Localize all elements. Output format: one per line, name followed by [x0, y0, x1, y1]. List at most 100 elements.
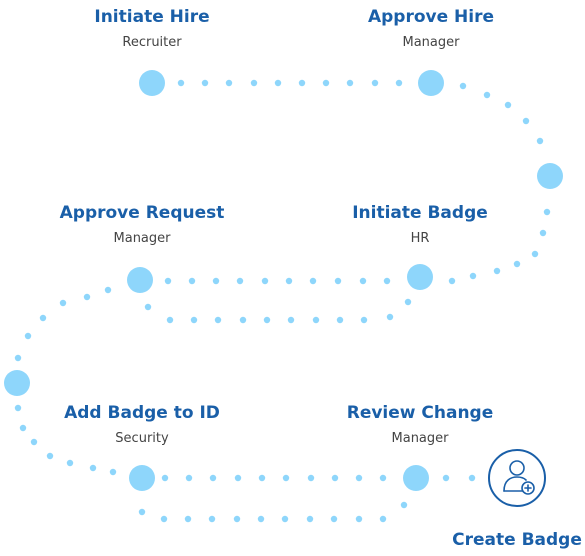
path-dot — [14, 354, 22, 362]
path-dot — [504, 101, 512, 109]
path-dot — [24, 332, 32, 340]
path-dot — [234, 474, 242, 482]
path-dot — [448, 277, 456, 285]
path-dot — [513, 260, 521, 268]
path-dot — [543, 208, 551, 216]
path-dot — [287, 316, 295, 324]
path-dot — [383, 277, 391, 285]
step-title: Add Badge to ID — [64, 403, 220, 423]
path-dot — [258, 474, 266, 482]
path-dot — [395, 79, 403, 87]
path-dots — [14, 79, 551, 523]
path-dot — [201, 79, 209, 87]
path-dot — [160, 515, 168, 523]
path-dot — [225, 79, 233, 87]
step-title: Approve Hire — [367, 7, 495, 27]
path-dot — [30, 438, 38, 446]
path-dot — [164, 277, 172, 285]
step-title: Initiate Hire — [94, 7, 210, 27]
create-badge-node — [488, 449, 546, 507]
path-dot — [355, 474, 363, 482]
path-dot — [285, 277, 293, 285]
path-dot — [66, 459, 74, 467]
path-dot — [89, 464, 97, 472]
path-dot — [257, 515, 265, 523]
path-dot — [493, 267, 501, 275]
node-add-badge-to-id — [129, 465, 155, 491]
path-dot — [212, 277, 220, 285]
path-dot — [404, 298, 412, 306]
path-dot — [19, 424, 27, 432]
step-role: Security — [115, 431, 169, 446]
path-dot — [184, 515, 192, 523]
path-dot — [208, 515, 216, 523]
path-dot — [233, 515, 241, 523]
path-dot — [371, 79, 379, 87]
node-approve-hire — [418, 70, 444, 96]
path-dot — [531, 250, 539, 258]
path-dot — [59, 299, 67, 307]
path-dot — [309, 277, 317, 285]
path-dot — [177, 79, 185, 87]
step-role: Manager — [402, 35, 460, 50]
step-approve-hire: Approve Hire Manager — [368, 6, 494, 52]
path-dot — [468, 474, 476, 482]
path-dot — [539, 229, 547, 237]
path-dot — [274, 79, 282, 87]
path-dot — [144, 303, 152, 311]
node-approve-request — [127, 267, 153, 293]
path-dot — [359, 277, 367, 285]
path-dot — [379, 474, 387, 482]
step-initiate-hire: Initiate Hire Recruiter — [94, 6, 209, 52]
path-dot — [185, 474, 193, 482]
path-dot — [250, 79, 258, 87]
path-dot — [166, 316, 174, 324]
step-review-change: Review Change Manager — [347, 402, 494, 448]
path-dot — [263, 316, 271, 324]
path-dot — [188, 277, 196, 285]
path-dot — [355, 515, 363, 523]
path-dot — [322, 79, 330, 87]
path-dot — [312, 316, 320, 324]
node-connector-left — [4, 370, 30, 396]
path-dot — [236, 277, 244, 285]
node-initiate-hire — [139, 70, 165, 96]
node-review-change — [403, 465, 429, 491]
path-dot — [307, 474, 315, 482]
path-dot — [536, 137, 544, 145]
path-dot — [282, 474, 290, 482]
node-connector-right — [537, 163, 563, 189]
path-dot — [161, 474, 169, 482]
path-dot — [469, 272, 477, 280]
step-role: Recruiter — [122, 35, 182, 50]
path-dot — [298, 79, 306, 87]
path-dot — [46, 452, 54, 460]
path-dot — [386, 313, 394, 321]
path-dot — [109, 468, 117, 476]
path-dot — [336, 316, 344, 324]
path-dot — [14, 404, 22, 412]
create-badge-title: Create Badge — [452, 530, 582, 550]
path-dot — [214, 316, 222, 324]
path-dot — [442, 474, 450, 482]
path-dot — [331, 474, 339, 482]
step-role: Manager — [113, 231, 171, 246]
step-title: Initiate Badge — [352, 203, 488, 223]
step-role: HR — [410, 231, 430, 246]
path-dot — [483, 91, 491, 99]
path-dot — [346, 79, 354, 87]
path-dot — [400, 501, 408, 509]
path-dot — [522, 117, 530, 125]
path-dot — [138, 508, 146, 516]
path-dot — [104, 286, 112, 294]
path-dot — [459, 82, 467, 90]
path-dot — [306, 515, 314, 523]
path-dot — [190, 316, 198, 324]
path-dot — [261, 277, 269, 285]
path-dot — [39, 314, 47, 322]
step-initiate-badge: Initiate Badge HR — [352, 202, 488, 248]
path-dot — [360, 316, 368, 324]
path-dot — [209, 474, 217, 482]
step-title: Review Change — [346, 403, 494, 423]
path-dot — [379, 515, 387, 523]
